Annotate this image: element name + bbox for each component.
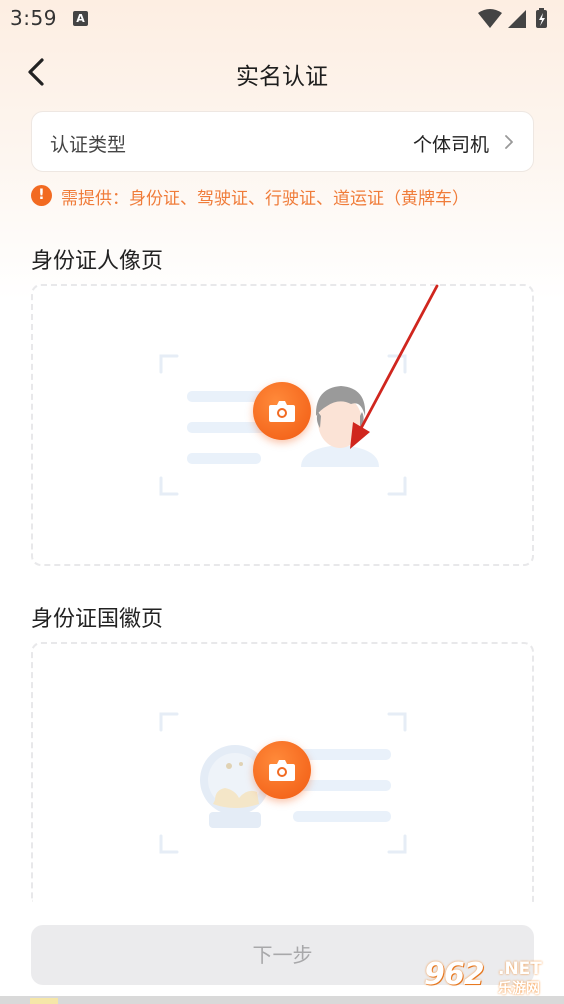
certification-type-selector[interactable]: 认证类型 个体司机 [31,111,534,172]
battery-icon [536,8,547,28]
certification-type-value: 个体司机 [412,134,489,156]
status-bar: 3:59 A [0,0,564,38]
camera-button-portrait[interactable] [253,382,311,440]
certification-type-label: 认证类型 [50,134,127,156]
status-time: 3:59 [10,6,57,30]
watermark-net: .NET [498,959,542,979]
warning-icon: ! [31,185,52,206]
section-title-emblem: 身份证国徽页 [31,607,164,632]
wifi-icon [478,9,502,28]
taskbar-chip [30,998,58,1004]
status-icons [478,8,547,28]
camera-icon [269,401,295,422]
camera-icon [269,760,295,781]
annotation-arrow [350,284,439,449]
page-title: 实名认证 [236,64,328,90]
signal-icon [508,10,526,28]
notification-badge-icon: A [73,11,88,26]
chevron-right-icon [505,135,513,149]
camera-button-emblem[interactable] [253,741,311,799]
watermark-logo-number: 962 [424,957,485,992]
section-title-portrait: 身份证人像页 [31,249,164,274]
watermark-sub: 乐游网 [498,981,540,997]
requirements-text: 需提供：身份证、驾驶证、行驶证、道运证（黄牌车） [61,189,469,209]
watermark-logo: 962 .NET 乐游网 [424,955,559,999]
